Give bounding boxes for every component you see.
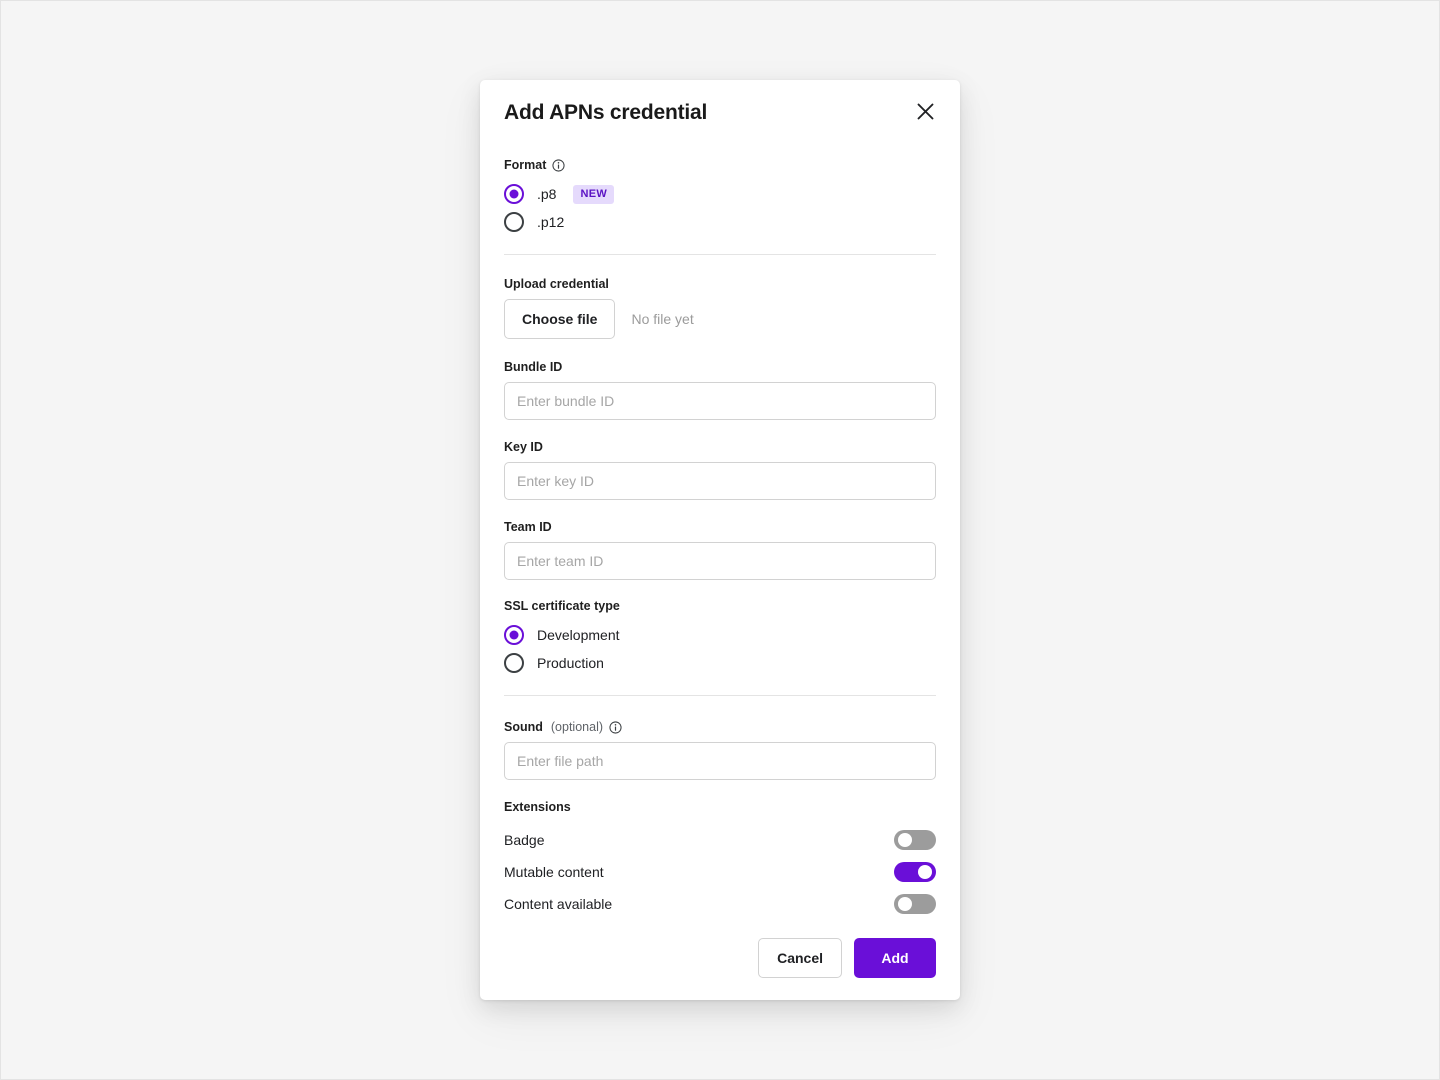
extensions-label: Extensions	[504, 800, 571, 814]
dialog-header: Add APNs credential	[504, 80, 936, 144]
bundle-id-input[interactable]	[504, 382, 936, 420]
format-option-p12-label: .p12	[537, 214, 565, 230]
close-icon	[917, 103, 934, 120]
toggle-knob	[898, 897, 912, 911]
info-icon[interactable]	[609, 721, 622, 734]
extensions-section: Extensions Badge Mutable content Content…	[504, 800, 936, 920]
format-label-row: Format	[504, 158, 936, 173]
close-button[interactable]	[912, 98, 938, 124]
bundle-id-label: Bundle ID	[504, 360, 563, 374]
page-title: Add APNs credential	[504, 100, 708, 124]
add-apns-credential-dialog: Add APNs credential Format .p8 NEW .p12 …	[480, 80, 960, 1000]
radio-icon-development[interactable]	[504, 625, 524, 645]
toggle-knob	[898, 833, 912, 847]
dialog-footer: Cancel Add	[758, 938, 936, 978]
extension-mutable-content-label: Mutable content	[504, 864, 604, 880]
radio-icon-p12[interactable]	[504, 212, 524, 232]
key-id-section: Key ID	[504, 440, 936, 500]
upload-credential-label: Upload credential	[504, 277, 609, 291]
choose-file-button[interactable]: Choose file	[504, 299, 616, 339]
ssl-certificate-type-section: SSL certificate type Development Product…	[504, 599, 936, 677]
bundle-id-section: Bundle ID	[504, 360, 936, 420]
sound-section: Sound (optional)	[504, 720, 936, 780]
extension-badge-label: Badge	[504, 832, 545, 848]
cancel-button[interactable]: Cancel	[758, 938, 842, 978]
toggle-badge[interactable]	[894, 830, 936, 850]
team-id-section: Team ID	[504, 520, 936, 580]
extension-content-available-label: Content available	[504, 896, 613, 912]
status-badge-new: NEW	[573, 184, 615, 204]
toggle-mutable-content[interactable]	[894, 862, 936, 882]
upload-row: Choose file No file yet	[504, 299, 936, 339]
file-status-text: No file yet	[631, 311, 694, 327]
ssl-certificate-type-label: SSL certificate type	[504, 599, 620, 613]
ssl-option-development-label: Development	[537, 627, 620, 643]
sound-label-row: Sound (optional)	[504, 720, 936, 735]
sound-label: Sound	[504, 720, 543, 734]
divider-ssl	[504, 695, 936, 696]
team-id-label: Team ID	[504, 520, 552, 534]
sound-file-path-input[interactable]	[504, 742, 936, 780]
info-icon[interactable]	[552, 159, 565, 172]
extension-row-mutable-content: Mutable content	[504, 856, 936, 888]
extension-row-badge: Badge	[504, 824, 936, 856]
toggle-knob	[918, 865, 932, 879]
key-id-input[interactable]	[504, 462, 936, 500]
ssl-option-production-label: Production	[537, 655, 604, 671]
extension-row-content-available: Content available	[504, 888, 936, 920]
radio-icon-p8[interactable]	[504, 184, 524, 204]
ssl-option-development[interactable]: Development	[504, 621, 936, 649]
format-label: Format	[504, 158, 547, 172]
divider-format	[504, 254, 936, 255]
format-option-p8-label: .p8	[537, 186, 557, 202]
upload-credential-section: Upload credential Choose file No file ye…	[504, 277, 936, 339]
add-button[interactable]: Add	[854, 938, 936, 978]
radio-icon-production[interactable]	[504, 653, 524, 673]
team-id-input[interactable]	[504, 542, 936, 580]
key-id-label: Key ID	[504, 440, 543, 454]
format-option-p8[interactable]: .p8 NEW	[504, 180, 936, 208]
ssl-option-production[interactable]: Production	[504, 649, 936, 677]
format-option-p12[interactable]: .p12	[504, 208, 936, 236]
sound-optional-text: (optional)	[550, 720, 604, 734]
toggle-content-available[interactable]	[894, 894, 936, 914]
format-section: Format .p8 NEW .p12	[504, 158, 936, 236]
